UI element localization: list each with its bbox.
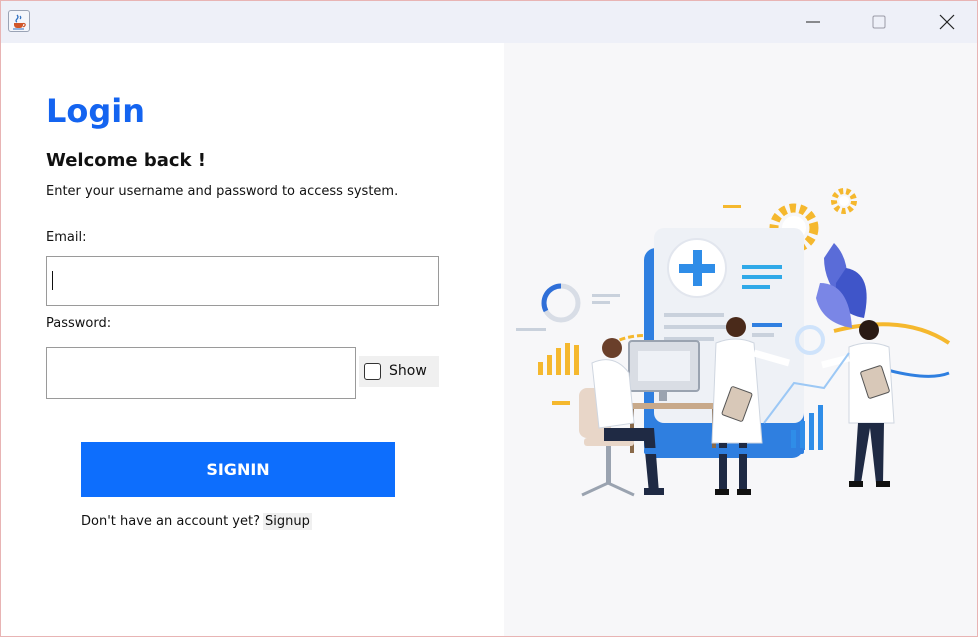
donut-chart-icon <box>541 283 581 323</box>
email-field[interactable] <box>46 256 439 306</box>
login-form: Login Welcome back ! Enter your username… <box>1 43 504 636</box>
signup-prompt: Don't have an account yet? <box>81 514 260 529</box>
healthcare-team-illustration <box>516 188 951 497</box>
signin-button[interactable]: SIGNIN <box>81 442 395 497</box>
show-password-label: Show <box>389 363 427 379</box>
password-label: Password: <box>46 316 112 331</box>
email-label: Email: <box>46 230 87 245</box>
maximize-icon <box>872 15 886 29</box>
app-window: Login Welcome back ! Enter your username… <box>0 0 978 637</box>
show-password-checkbox[interactable] <box>364 363 381 380</box>
java-cup-icon <box>8 10 30 32</box>
show-password-toggle[interactable]: Show <box>359 356 439 387</box>
close-icon <box>939 14 955 30</box>
title-bar <box>1 1 977 43</box>
login-description: Enter your username and password to acce… <box>46 184 399 199</box>
small-gear-icon <box>831 188 857 214</box>
maximize-button[interactable] <box>849 1 909 43</box>
female-doctor-figure <box>821 320 895 487</box>
close-button[interactable] <box>917 1 977 43</box>
bar-chart-icon <box>538 343 579 375</box>
minimize-icon <box>806 21 820 23</box>
password-field[interactable] <box>46 347 356 399</box>
signup-link[interactable]: Signup <box>263 513 312 530</box>
signup-row: Don't have an account yet? Signup <box>81 513 312 531</box>
login-title: Login <box>46 92 146 130</box>
minimize-button[interactable] <box>783 1 843 43</box>
illustration-panel <box>504 43 977 636</box>
text-caret <box>52 271 53 290</box>
welcome-heading: Welcome back ! <box>46 150 207 171</box>
